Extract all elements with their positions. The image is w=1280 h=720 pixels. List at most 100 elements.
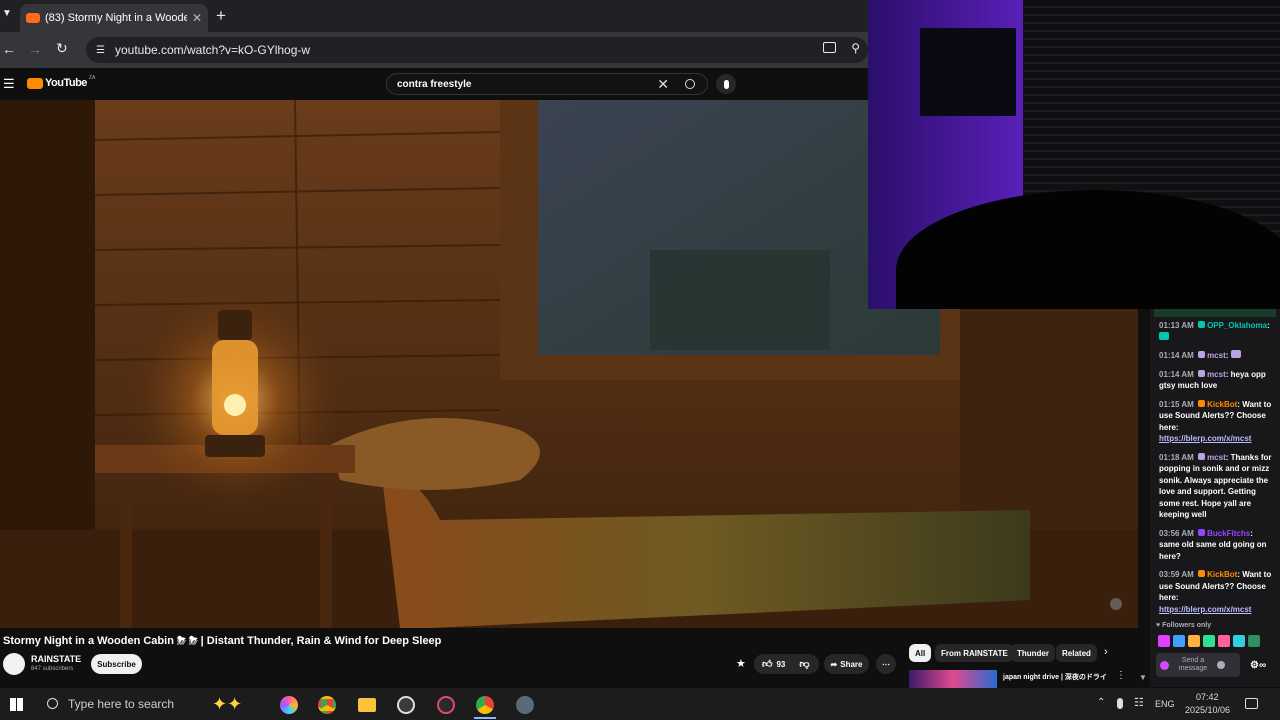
channel-avatar[interactable] [3, 653, 25, 675]
tray-overflow-icon[interactable]: ⌃ [1097, 697, 1105, 708]
chat-link[interactable]: https://blerp.com/x/mcst [1159, 434, 1251, 443]
windows-taskbar: Type here to search ✦✦ ⌃ ☷ ENG 07:42 202… [0, 688, 1280, 720]
copilot-icon[interactable] [280, 696, 298, 714]
taskbar-search-input[interactable]: Type here to search [68, 697, 174, 711]
app-icon[interactable] [516, 696, 534, 714]
youtube-logo[interactable]: YouTube ZA [27, 75, 95, 89]
related-video-title[interactable]: japan night drive | 深夜のドライブ [1003, 672, 1107, 682]
cast-icon[interactable] [823, 42, 836, 53]
chat-settings-icon[interactable]: ⚙∞ [1250, 660, 1266, 671]
hype-icon[interactable]: ★ [736, 657, 746, 670]
network-icon[interactable]: ☷ [1134, 696, 1144, 709]
scroll-down-icon[interactable]: ▼ [1139, 673, 1147, 682]
taskbar-search-icon[interactable] [47, 698, 58, 709]
chat-badge-icon [1198, 452, 1206, 460]
file-explorer-icon[interactable] [358, 698, 376, 712]
back-icon[interactable]: ← [2, 41, 16, 57]
chat-timestamp: 01:14 AM [1159, 369, 1194, 379]
chip-related[interactable]: Related [1056, 644, 1097, 662]
language-indicator[interactable]: ENG [1155, 699, 1175, 709]
chips-next-icon[interactable]: › [1104, 646, 1108, 658]
chat-input[interactable]: Send a message [1156, 653, 1240, 677]
snipping-tool-icon[interactable] [437, 696, 455, 714]
obs-icon[interactable] [397, 696, 415, 714]
chat-message: 01:14 AM mcst: heya opp gtsy much love [1159, 369, 1266, 390]
chat-message: 01:15 AM KickBot: Want to use Sound Aler… [1159, 399, 1272, 443]
subscriber-count: 847 subscribers [31, 666, 74, 672]
dislike-icon[interactable]: 👎︎ [799, 658, 809, 670]
avatar [1160, 660, 1169, 670]
site-info-icon[interactable]: ☰ [96, 45, 105, 56]
tab-title: (83) Stormy Night in a Wooden Cabin [45, 12, 187, 24]
chrome-active-icon[interactable] [476, 696, 494, 714]
emoji-icon[interactable] [1217, 661, 1225, 669]
clock-date[interactable]: 2025/10/06 [1185, 705, 1230, 715]
chat-message-list: 01:13 AM OPP_Oklahoma: 01:14 AM mcst: 01… [1150, 317, 1280, 619]
chat-username[interactable]: KickBot [1207, 570, 1237, 579]
active-app-indicator [474, 717, 496, 719]
youtube-play-icon [27, 77, 43, 89]
chat-text: Thanks for popping in sonik and or mizz … [1159, 452, 1272, 520]
webcam-overlay [868, 0, 1280, 309]
emote[interactable] [1158, 635, 1170, 647]
related-video-thumbnail[interactable] [909, 670, 997, 688]
clock-time[interactable]: 07:42 [1196, 692, 1219, 702]
chat-badge-icon [1198, 369, 1206, 377]
emote[interactable] [1233, 635, 1245, 647]
chat-message: 01:13 AM OPP_Oklahoma: [1150, 317, 1280, 347]
chrome-icon[interactable] [318, 696, 336, 714]
chat-link[interactable]: https://blerp.com/x/mcst [1159, 605, 1251, 614]
chat-username[interactable]: KickBot [1207, 400, 1237, 409]
clear-search-icon[interactable]: ✕ [657, 76, 669, 93]
like-dislike-group: 👍︎ 93 👎︎ [754, 654, 819, 674]
stream-chat: 01:13 AM OPP_Oklahoma: 01:14 AM mcst: 01… [1150, 309, 1280, 687]
video-info: Stormy Night in a Wooden Cabin ⛈ ⛈ | Dis… [0, 628, 1150, 688]
video-settings-icon[interactable] [1110, 598, 1122, 610]
chat-timestamp: 01:15 AM [1159, 399, 1194, 409]
tab-list-chevron-icon[interactable]: ▼ [2, 8, 16, 24]
chat-username[interactable]: mcst [1207, 370, 1226, 379]
browser-tab-strip: ▼ (83) Stormy Night in a Wooden Cabin ✕ … [0, 0, 868, 32]
emote[interactable] [1203, 635, 1215, 647]
microphone-icon[interactable] [1117, 698, 1123, 709]
chat-message: 03:56 AM BuckFitchs: same old same old g… [1159, 528, 1267, 561]
voice-search-icon[interactable] [716, 74, 736, 94]
zoom-icon[interactable]: ⚲ [851, 41, 860, 55]
like-icon[interactable]: 👍︎ [762, 658, 772, 670]
chip-from-channel[interactable]: From RAINSTATE [935, 644, 1014, 662]
channel-name[interactable]: RAINSTATE [31, 654, 81, 664]
forward-icon[interactable]: → [28, 41, 42, 57]
share-button[interactable]: ➦ Share [824, 654, 869, 674]
chat-username[interactable]: mcst [1207, 453, 1226, 462]
emote[interactable] [1188, 635, 1200, 647]
chat-message: 03:59 AM KickBot: Want to use Sound Aler… [1159, 570, 1272, 614]
related-menu-icon[interactable]: ⋮ [1116, 670, 1126, 681]
search-icon[interactable] [685, 79, 695, 89]
address-bar[interactable]: ☰ youtube.com/watch?v=kO-GYlhog-w ⚲ [86, 37, 868, 63]
browser-toolbar: ← → ↻ ☰ youtube.com/watch?v=kO-GYlhog-w … [0, 32, 868, 68]
search-query: contra freestyle [397, 78, 472, 90]
emote[interactable] [1248, 635, 1260, 647]
copilot-sparkle-icon[interactable]: ✦✦ [212, 694, 242, 715]
chat-username[interactable]: mcst [1207, 351, 1226, 360]
menu-icon[interactable]: ☰ [3, 76, 15, 92]
tab-close-icon[interactable]: ✕ [192, 11, 202, 25]
subscribe-button[interactable]: Subscribe [91, 654, 142, 674]
chat-badge-icon [1198, 570, 1206, 577]
browser-tab[interactable]: (83) Stormy Night in a Wooden Cabin ✕ [20, 4, 208, 32]
youtube-favicon-icon [26, 13, 40, 23]
chat-badge-icon [1198, 528, 1206, 536]
chat-badge-icon [1198, 399, 1206, 407]
chat-username[interactable]: BuckFitchs [1207, 529, 1250, 538]
chip-thunder[interactable]: Thunder [1011, 644, 1055, 662]
new-tab-button[interactable]: + [216, 6, 226, 26]
windows-start-icon[interactable] [10, 698, 23, 711]
search-input[interactable]: contra freestyle ✕ [386, 73, 708, 95]
notifications-icon[interactable] [1245, 698, 1258, 709]
chip-all[interactable]: All [909, 644, 932, 662]
emote[interactable] [1173, 635, 1185, 647]
reload-icon[interactable]: ↻ [56, 40, 68, 57]
chat-username[interactable]: OPP_Oklahoma [1207, 321, 1267, 330]
emote[interactable] [1218, 635, 1230, 647]
more-actions-button[interactable]: ⋯ [876, 654, 896, 674]
